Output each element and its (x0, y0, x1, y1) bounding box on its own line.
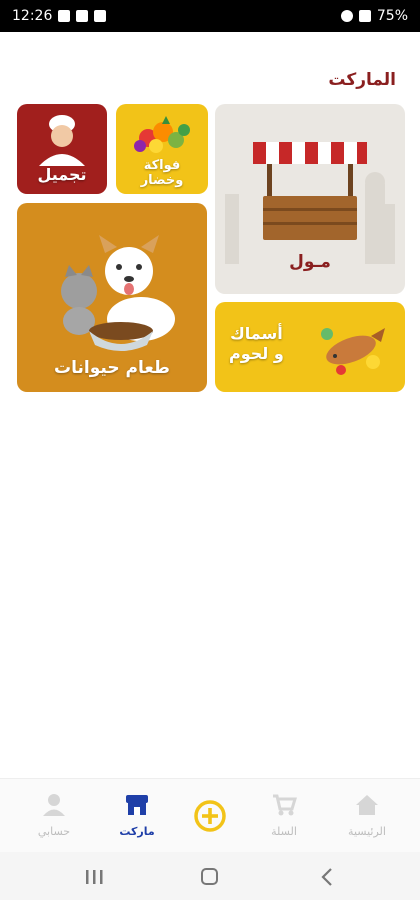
gallery-icon (58, 10, 71, 22)
add-icon (194, 800, 226, 832)
category-fish-label-line2: و لحوم (229, 344, 284, 363)
nav-add[interactable] (175, 799, 245, 837)
status-time: 12:26 (12, 8, 53, 24)
wifi-icon (340, 10, 353, 22)
category-mall[interactable]: مـول (215, 104, 405, 294)
home-button-icon[interactable] (198, 866, 222, 888)
battery-percent: 75% (376, 8, 408, 24)
category-fruits-label: فواكة وخضار (140, 158, 184, 188)
nav-account[interactable]: حسابي (19, 793, 89, 838)
nav-market[interactable]: ماركت (102, 793, 172, 838)
nav-home-label: الرئيسية (348, 825, 386, 838)
category-pet-food[interactable]: طعام حيوانات (17, 203, 207, 392)
category-fish-label-line1: أسماك (230, 324, 283, 343)
fish-icon (321, 328, 385, 375)
category-mall-label: مـول (289, 252, 331, 272)
nav-home[interactable]: الرئيسية (332, 793, 402, 838)
home-icon (356, 795, 378, 815)
signal-icon (358, 10, 371, 22)
pet-icon (61, 235, 175, 351)
bottom-navigation: الرئيسية السلة ماركت حسابي (0, 778, 420, 852)
cart-icon (273, 794, 298, 816)
category-pet-food-label: طعام حيوانات (54, 358, 170, 378)
clipboard-icon (94, 10, 107, 22)
category-fruits-vegetables[interactable]: فواكة وخضار (116, 104, 208, 194)
back-icon[interactable] (316, 866, 340, 888)
system-navigation (0, 852, 420, 900)
recent-apps-icon[interactable] (82, 866, 106, 888)
status-bar: 12:26 75% (0, 0, 420, 32)
fruits-icon (134, 116, 190, 153)
nav-cart-label: السلة (271, 825, 297, 838)
category-fish-meat[interactable]: أسماك و لحوم (215, 302, 405, 392)
category-fish-label: أسماك و لحوم (229, 324, 284, 364)
page-title: الماركت (328, 70, 396, 90)
category-beauty-label: تجميل (37, 165, 87, 184)
user-icon (43, 794, 65, 816)
nav-market-label: ماركت (119, 825, 155, 838)
beauty-icon (39, 115, 85, 166)
check-icon (76, 10, 89, 22)
nav-cart[interactable]: السلة (249, 793, 319, 838)
market-icon (126, 795, 148, 815)
category-beauty[interactable]: تجميل (17, 104, 107, 194)
nav-account-label: حسابي (37, 825, 71, 838)
